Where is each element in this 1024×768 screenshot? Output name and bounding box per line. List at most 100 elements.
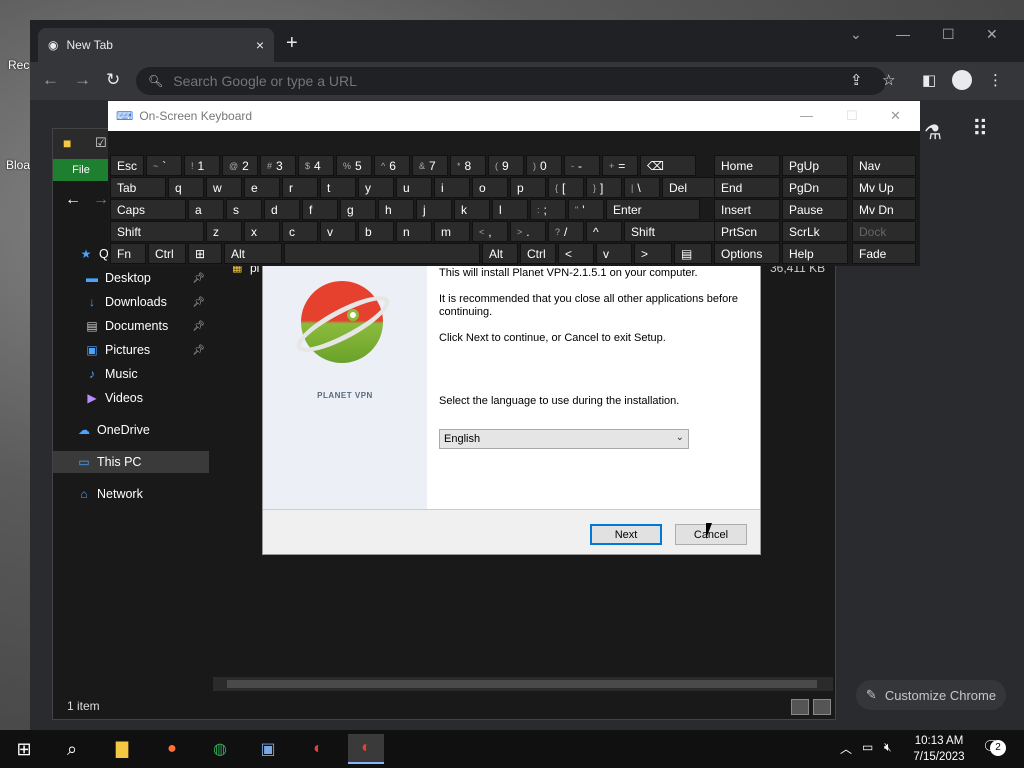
osk-key[interactable]: y [358,177,394,198]
osk-key[interactable]: c [282,221,318,242]
osk-key[interactable]: @2 [222,155,258,176]
osk-key[interactable]: $4 [298,155,334,176]
google-apps-icon[interactable]: ⠿ [972,116,988,142]
osk-key[interactable]: Alt [482,243,518,264]
search-icon[interactable]: ⌕ [54,734,90,764]
osk-key[interactable]: f [302,199,338,220]
osk-key[interactable]: n [396,221,432,242]
osk-key[interactable]: :; [530,199,566,220]
osk-key[interactable]: t [320,177,356,198]
chrome-icon[interactable]: ◍ [202,734,238,764]
bookmark-star-icon[interactable]: ☆ [882,71,895,89]
osk-key[interactable]: p [510,177,546,198]
osk-nav-key[interactable]: Help [782,243,848,264]
firefox-icon[interactable]: ● [154,734,190,764]
osk-key[interactable]: z [206,221,242,242]
osk-key[interactable]: u [396,177,432,198]
osk-nav-key[interactable]: Mv Up [852,177,916,198]
osk-key[interactable]: > [634,243,672,264]
system-clock[interactable]: 10:13 AM 7/15/2023 [906,733,972,765]
close-icon[interactable]: ✕ [890,108,901,124]
osk-key[interactable]: " ' [568,199,604,220]
volume-muted-icon[interactable]: 🔇︎ [884,740,892,755]
network-status-icon[interactable]: ▭ [862,740,873,754]
planet-vpn-setup-icon[interactable]: ◐ [300,734,336,764]
osk-key[interactable]: }] [586,177,622,198]
next-button[interactable]: Next [590,524,662,545]
horizontal-scrollbar[interactable] [213,677,833,691]
reload-button[interactable]: ↻ [106,70,120,90]
scrollbar-thumb[interactable] [227,680,817,688]
osk-key[interactable]: ▤ [674,243,712,264]
osk-key[interactable]: b [358,221,394,242]
windows-start-icon[interactable]: ⊞ [6,734,42,764]
osk-key[interactable]: v [596,243,632,264]
customize-chrome-button[interactable]: ✎ Customize Chrome [856,680,1006,710]
osk-key[interactable]: Ctrl [148,243,186,264]
sidebar-item-pictures[interactable]: ▣ Pictures 📌︎ [53,339,209,361]
sidebar-item-documents[interactable]: ▤ Documents 📌︎ [53,315,209,337]
osk-key[interactable]: ⊞ [188,243,222,264]
tiles-view-icon[interactable] [813,699,831,715]
minimize-icon[interactable]: — [896,26,910,42]
osk-key[interactable]: Alt [224,243,282,264]
close-tab-icon[interactable]: × [256,37,264,53]
osk-nav-key[interactable]: End [714,177,780,198]
ribbon-file-tab[interactable]: File [53,159,109,181]
osk-key[interactable]: & 7 [412,155,448,176]
osk-key[interactable]: e [244,177,280,198]
omnibox[interactable]: 🔍︎ [136,67,886,95]
sidebar-item-desktop[interactable]: ▬ Desktop 📌︎ [53,267,209,289]
osk-nav-key[interactable]: ScrLk [782,221,848,242]
sidebar-item-onedrive[interactable]: ☁ OneDrive [53,419,209,441]
osk-key[interactable]: a [188,199,224,220]
labs-icon[interactable]: ⚗ [924,120,942,145]
osk-key[interactable]: Esc [110,155,144,176]
sidebar-item-downloads[interactable]: ↓ Downloads 📌︎ [53,291,209,313]
forward-arrow-icon[interactable]: → [93,191,109,209]
osk-nav-key[interactable]: PgUp [782,155,848,176]
desktop-icon-recycle-bin-label[interactable]: Rec [8,58,29,72]
osk-key[interactable]: k [454,199,490,220]
osk-key[interactable]: x [244,221,280,242]
osk-key[interactable]: Shift [110,221,204,242]
osk-key[interactable]: Fn [110,243,146,264]
osk-key[interactable] [284,243,480,264]
side-panel-icon[interactable]: ◧ [922,71,936,89]
osk-key[interactable]: Caps [110,199,186,220]
tab-search-icon[interactable]: ⌄ [850,26,862,43]
back-button[interactable]: ← [42,70,59,90]
sidebar-item-network[interactable]: ⌂ Network [53,483,209,505]
osk-nav-key[interactable]: Dock [852,221,916,242]
osk-nav-key[interactable]: Home [714,155,780,176]
osk-key[interactable]: >. [510,221,546,242]
osk-key[interactable]: < [558,243,594,264]
chrome-menu-icon[interactable]: ⋮ [988,71,1003,89]
osk-key[interactable]: (9 [488,155,524,176]
osk-key[interactable]: ~ ` [146,155,182,176]
osk-key[interactable]: j [416,199,452,220]
osk-key[interactable]: ^ [586,221,622,242]
osk-key[interactable]: r [282,177,318,198]
planet-vpn-setup-active-icon[interactable]: ◐ [348,734,384,764]
osk-key[interactable]: w [206,177,242,198]
osk-key[interactable]: Enter [606,199,700,220]
details-view-icon[interactable] [791,699,809,715]
search-input[interactable] [173,73,774,89]
back-arrow-icon[interactable]: ← [65,191,81,209]
network-app-icon[interactable]: ▣ [250,734,286,764]
osk-key[interactable]: | \ [624,177,660,198]
chevron-up-icon[interactable]: ︿ [840,740,852,757]
osk-key[interactable]: -- [564,155,600,176]
tab-new-tab[interactable]: ◉ New Tab × [38,28,274,62]
osk-key[interactable]: <, [472,221,508,242]
osk-nav-key[interactable]: PgDn [782,177,848,198]
close-window-icon[interactable]: ✕ [986,26,998,43]
osk-key[interactable]: Tab [110,177,166,198]
osk-key[interactable]: h [378,199,414,220]
osk-key[interactable]: Ctrl [520,243,556,264]
osk-key[interactable]: * 8 [450,155,486,176]
osk-nav-key[interactable]: Insert [714,199,780,220]
language-select[interactable]: English ⌄ [439,429,689,449]
osk-key[interactable]: ) 0 [526,155,562,176]
